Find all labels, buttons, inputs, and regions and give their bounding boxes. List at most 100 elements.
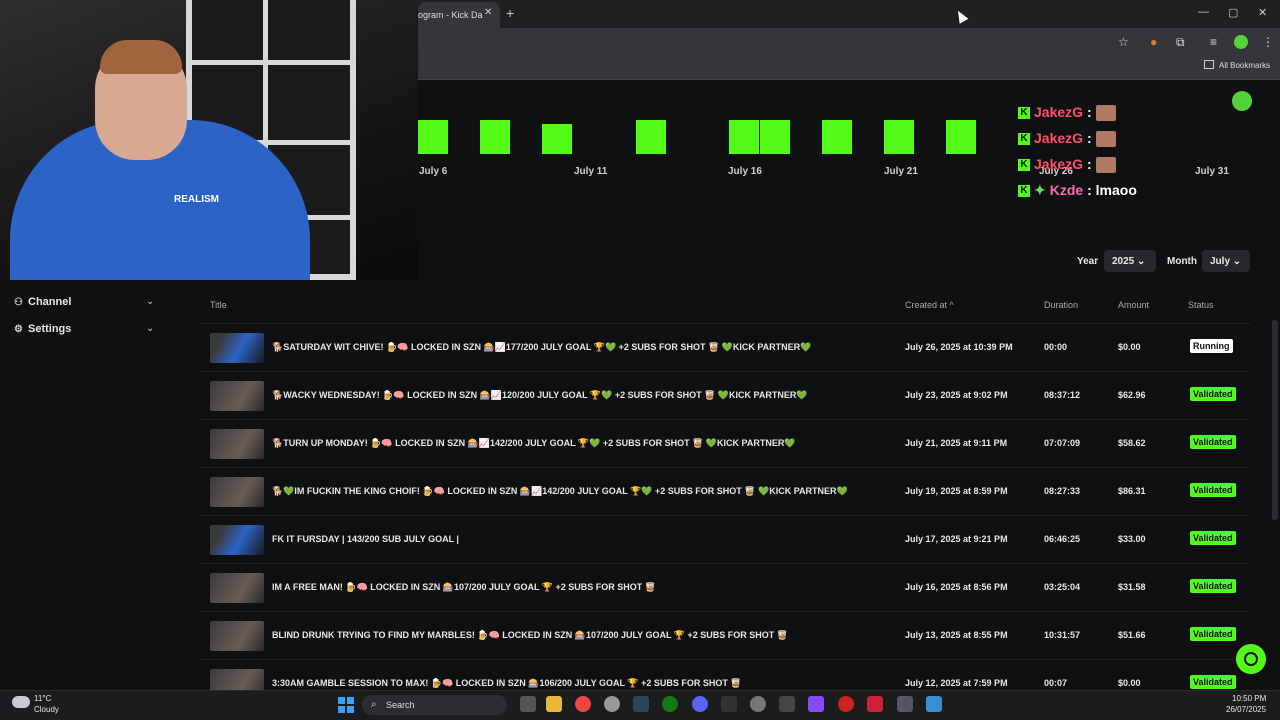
table-row[interactable]: FK IT FURSDAY | 143/200 SUB JULY GOAL | …: [200, 516, 1250, 564]
app-icon[interactable]: [867, 696, 883, 712]
new-tab-icon[interactable]: +: [506, 5, 514, 21]
month-select[interactable]: July ⌄: [1202, 250, 1250, 272]
column-amount[interactable]: Amount: [1118, 300, 1149, 310]
steam-icon[interactable]: [633, 696, 649, 712]
x-tick-label: July 21: [884, 166, 918, 177]
streams-table: Title Created at ^ Duration Amount Statu…: [200, 288, 1250, 690]
column-title[interactable]: Title: [210, 300, 227, 310]
chat-separator: :: [1086, 130, 1092, 146]
table-row[interactable]: 🐕WACKY WEDNESDAY! 🍺🧠 LOCKED IN SZN 🎰📈120…: [200, 372, 1250, 420]
column-status[interactable]: Status: [1188, 300, 1214, 310]
tab-close-icon[interactable]: ✕: [484, 7, 492, 18]
chevron-down-icon[interactable]: ⌄: [146, 296, 154, 307]
table-row[interactable]: IM A FREE MAN! 🍺🧠 LOCKED IN SZN 🎰107/200…: [200, 564, 1250, 612]
table-row[interactable]: 🐕SATURDAY WIT CHIVE! 🍺🧠 LOCKED IN SZN 🎰📈…: [200, 324, 1250, 372]
app-icon[interactable]: [926, 696, 942, 712]
extension-fox-icon[interactable]: ●: [1150, 35, 1157, 49]
status-badge: Validated: [1190, 483, 1236, 497]
sparkle-icon: ✦: [1034, 182, 1046, 198]
column-created-at[interactable]: Created at ^: [905, 300, 954, 310]
stream-amount: $33.00: [1118, 534, 1146, 544]
chart-bar[interactable]: [418, 120, 448, 154]
chart-bar[interactable]: [480, 120, 510, 154]
chart-bar[interactable]: [760, 120, 790, 154]
extensions-icon[interactable]: ⧉: [1176, 35, 1185, 50]
sidebar-item-channel[interactable]: ⚇ Channel: [14, 296, 71, 314]
minimize-icon[interactable]: —: [1198, 6, 1209, 18]
chevron-down-icon[interactable]: ⌄: [146, 323, 154, 334]
chat-message: K JakezG :: [1018, 156, 1116, 174]
stream-created: July 26, 2025 at 10:39 PM: [905, 342, 1013, 352]
weather-temp[interactable]: 11°C: [34, 694, 51, 703]
chat-separator: :: [1087, 182, 1092, 198]
close-window-icon[interactable]: ✕: [1258, 6, 1267, 19]
table-row[interactable]: 3:30AM GAMBLE SESSION TO MAX! 🍺🧠 LOCKED …: [200, 660, 1250, 690]
chat-username: JakezG: [1034, 156, 1084, 172]
chart-bar[interactable]: [636, 120, 666, 154]
stream-title: FK IT FURSDAY | 143/200 SUB JULY GOAL |: [272, 534, 459, 544]
stream-duration: 06:46:25: [1044, 534, 1081, 544]
epic-games-icon[interactable]: [721, 696, 737, 712]
column-duration[interactable]: Duration: [1044, 300, 1078, 310]
windows-start-icon[interactable]: [338, 697, 354, 713]
chart-bar[interactable]: [822, 120, 852, 154]
xbox-icon[interactable]: [662, 696, 678, 712]
maximize-icon[interactable]: ▢: [1228, 6, 1238, 19]
weather-condition[interactable]: Cloudy: [34, 705, 59, 714]
table-row[interactable]: BLIND DRUNK TRYING TO FIND MY MARBLES! 🍺…: [200, 612, 1250, 660]
app-icon[interactable]: [838, 696, 854, 712]
scrollbar[interactable]: [1272, 320, 1278, 520]
settings-icon[interactable]: [750, 696, 766, 712]
browser-menu-icon[interactable]: ⋮: [1262, 35, 1274, 49]
stream-thumbnail: [210, 333, 264, 363]
tab-title: ogram - Kick Da: [418, 10, 483, 20]
sidebar-item-settings[interactable]: ⚙ Settings: [14, 323, 71, 341]
stream-amount: $0.00: [1118, 678, 1141, 688]
chart-bar[interactable]: [729, 120, 759, 154]
taskbar-search[interactable]: ⌕ Search: [362, 695, 507, 715]
screen: ogram - Kick Da ✕ + — ▢ ✕ ☆ ● ⧉ ≡ ⋮ All …: [0, 0, 1280, 720]
table-row[interactable]: 🐕💚IM FUCKIN THE KING CHOIF! 🍺🧠 LOCKED IN…: [200, 468, 1250, 516]
stream-amount: $0.00: [1118, 342, 1141, 352]
year-select[interactable]: 2025 ⌄: [1104, 250, 1156, 272]
browser-profile-avatar[interactable]: [1234, 35, 1248, 49]
kick-badge-icon: K: [1018, 133, 1030, 146]
stream-duration: 08:27:33: [1044, 486, 1081, 496]
clock-time[interactable]: 10:50 PM: [1232, 694, 1266, 703]
stream-title: 3:30AM GAMBLE SESSION TO MAX! 🍺🧠 LOCKED …: [272, 678, 742, 688]
status-badge: Validated: [1190, 435, 1236, 449]
store-icon[interactable]: [779, 696, 795, 712]
file-explorer-icon[interactable]: [546, 696, 562, 712]
stream-title: 🐕💚IM FUCKIN THE KING CHOIF! 🍺🧠 LOCKED IN…: [272, 486, 848, 496]
support-chat-button[interactable]: [1236, 644, 1266, 674]
media-icon[interactable]: ≡: [1210, 35, 1217, 49]
star-icon[interactable]: ☆: [1118, 35, 1129, 49]
chart-bar[interactable]: [946, 120, 976, 154]
obs-icon[interactable]: [604, 696, 620, 712]
chat-username: JakezG: [1034, 130, 1084, 146]
app-icon[interactable]: [897, 696, 913, 712]
chrome-icon[interactable]: [575, 696, 591, 712]
folder-icon: [1204, 60, 1214, 69]
table-header: Title Created at ^ Duration Amount Statu…: [200, 288, 1250, 324]
sidebar-item-label: Settings: [28, 323, 72, 335]
stream-title: 🐕SATURDAY WIT CHIVE! 🍺🧠 LOCKED IN SZN 🎰📈…: [272, 342, 812, 352]
discord-icon[interactable]: [692, 696, 708, 712]
table-row[interactable]: 🐕TURN UP MONDAY! 🍺🧠 LOCKED IN SZN 🎰📈142/…: [200, 420, 1250, 468]
stream-created: July 23, 2025 at 9:02 PM: [905, 390, 1008, 400]
chart-bar[interactable]: [542, 124, 572, 154]
task-view-icon[interactable]: [520, 696, 536, 712]
status-badge: Validated: [1190, 627, 1236, 641]
all-bookmarks[interactable]: All Bookmarks: [1219, 61, 1270, 70]
clock-date[interactable]: 26/07/2025: [1226, 705, 1266, 714]
app-icon[interactable]: [808, 696, 824, 712]
stream-amount: $58.62: [1118, 438, 1146, 448]
search-icon: ⌕: [371, 699, 377, 710]
stream-duration: 03:25:04: [1044, 582, 1081, 592]
month-value: July: [1210, 256, 1231, 267]
stream-amount: $31.58: [1118, 582, 1146, 592]
status-badge: Validated: [1190, 675, 1236, 689]
user-avatar[interactable]: [1232, 91, 1252, 111]
stream-created: July 12, 2025 at 7:59 PM: [905, 678, 1008, 688]
chart-bar[interactable]: [884, 120, 914, 154]
